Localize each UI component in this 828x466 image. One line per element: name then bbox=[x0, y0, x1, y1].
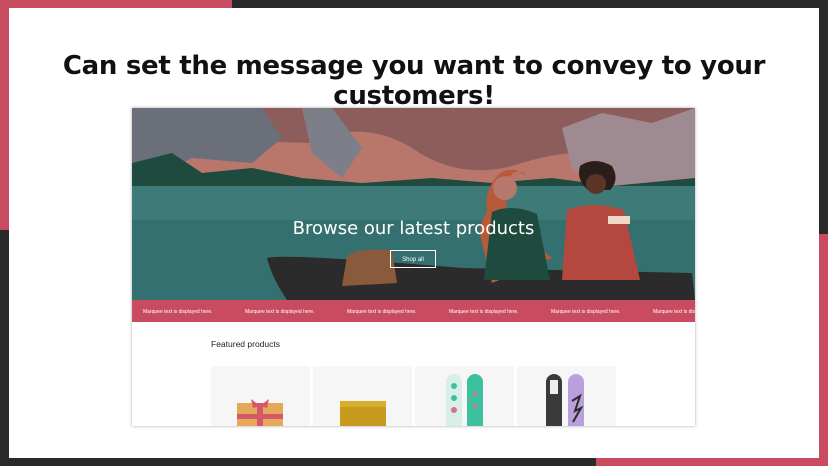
snowboard-purple-icon bbox=[546, 374, 584, 426]
marquee-item: Marquee text is displayed here. bbox=[143, 309, 213, 315]
product-card-gift-card[interactable] bbox=[211, 366, 310, 426]
product-card-snowboard-purple[interactable] bbox=[517, 366, 616, 426]
hero-title: Browse our latest products bbox=[292, 218, 535, 239]
hero-banner: Browse our latest products Shop all bbox=[132, 108, 695, 300]
marquee-bar: Marquee text is displayed here. Marquee t… bbox=[132, 300, 695, 322]
product-card-snowboard-teal[interactable] bbox=[415, 366, 514, 426]
product-card-wax[interactable] bbox=[313, 366, 412, 426]
accent-bar-right bbox=[819, 234, 828, 466]
store-screenshot: Browse our latest products Shop all Marq… bbox=[132, 108, 695, 426]
featured-products-heading: Featured products bbox=[211, 339, 280, 349]
accent-bar-top-left bbox=[0, 0, 232, 8]
shop-all-button[interactable]: Shop all bbox=[390, 250, 436, 268]
slide-headline: Can set the message you want to convey t… bbox=[62, 51, 766, 111]
marquee-item: Marquee text is displayed here. bbox=[347, 309, 417, 315]
accent-bar-left bbox=[0, 0, 9, 230]
marquee-item: Marquee text is displayed here. bbox=[449, 309, 519, 315]
snowboard-teal-icon bbox=[446, 374, 483, 426]
wax-bar-icon bbox=[340, 401, 386, 426]
marquee-item: Marquee text is displayed here. bbox=[551, 309, 621, 315]
marquee-item: Marquee text is displayed here. bbox=[245, 309, 315, 315]
gift-card-icon bbox=[237, 399, 283, 426]
accent-bar-bottom-right bbox=[596, 458, 828, 466]
hero-illustration bbox=[132, 108, 695, 300]
marquee-item: Marquee text is displayed here. bbox=[653, 309, 695, 315]
slide-card: Can set the message you want to convey t… bbox=[9, 8, 819, 458]
